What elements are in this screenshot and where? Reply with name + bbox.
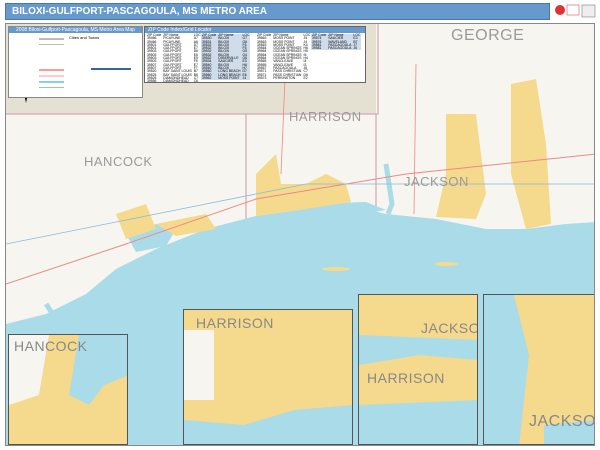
inset-label: HARRISON (367, 370, 445, 386)
zip-cell: 39556 (147, 79, 157, 84)
zip-table-col-3: ZIP Code ZIP Name LOC 39563 MOSS POINT J5 3956… (256, 33, 312, 80)
zip-table-col-1: ZIP Code ZIP Name LOC 39466 PICAYUNE A7 39466 P… (146, 33, 202, 84)
inset-label: JACKSON (421, 320, 477, 336)
county-label-jackson: JACKSON (404, 174, 469, 189)
zip-cell: PERKINSTON (273, 75, 296, 80)
zip-table-col-4: ZIP Code ZIP Name LOC 39574 SAUCIER E3 39576 WA… (311, 33, 362, 51)
zip-cell: MOSS POINT (218, 75, 240, 80)
zip-cell: PASCAGOULA (328, 46, 352, 51)
zip-code-index: ZIP Code Index/Grid Locator ZIP Code ZIP … (144, 26, 366, 83)
zip-row: 39556 DIAMONDHEAD C6 (146, 79, 202, 84)
zip-cell: J6 (353, 46, 357, 51)
island (322, 267, 350, 271)
inset-harrison[interactable]: HARRISON (183, 309, 353, 445)
island (434, 262, 458, 266)
zip-cell: C6 (193, 79, 199, 84)
legend-title: 2008 Biloxi-Gulfport-Pascagoula, MS Metr… (9, 27, 142, 33)
map-legend: 2008 Biloxi-Gulfport-Pascagoula, MS Metr… (8, 26, 143, 98)
zip-cell: J4 (242, 75, 247, 80)
map-canvas[interactable]: GEORGE HARRISON HANCOCK JACKSON 2008 Bil… (5, 23, 595, 446)
zip-row: 39562 MOSS POINT J4 (201, 75, 250, 80)
legend-symbols (39, 38, 131, 88)
publisher-logo (553, 2, 597, 20)
zip-cell: 39562 (202, 75, 212, 80)
inset-hancock[interactable]: HANCOCK (8, 334, 128, 445)
zip-cell: 39581 (312, 46, 322, 51)
zip-row: 39581 PASCAGOULA J6 (311, 46, 361, 51)
county-label-george: GEORGE (451, 27, 525, 44)
zip-cell: 39573 (257, 75, 267, 80)
inset-jackson[interactable]: JACKSON (483, 294, 595, 445)
inset-label: HARRISON (196, 315, 274, 331)
inset-label: JACKSON (529, 413, 595, 430)
inset-biloxi-jackson[interactable]: JACKSON HARRISON (358, 294, 478, 445)
zip-cell: DIAMONDHEAD (163, 79, 189, 84)
county-label-harrison: HARRISON (289, 109, 362, 124)
zip-table-col-2: ZIP Code ZIP Name LOC 39530 BILOXI G7 39531 BIL… (201, 33, 251, 81)
inset-label: HANCOCK (14, 338, 88, 354)
zip-cell: E2 (303, 75, 308, 80)
map-title: BILOXI-GULFPORT-PASCAGOULA, MS METRO ARE… (5, 3, 550, 20)
zip-row: 39573 PERKINSTON E2 (256, 75, 312, 80)
county-label-hancock: HANCOCK (84, 154, 153, 169)
